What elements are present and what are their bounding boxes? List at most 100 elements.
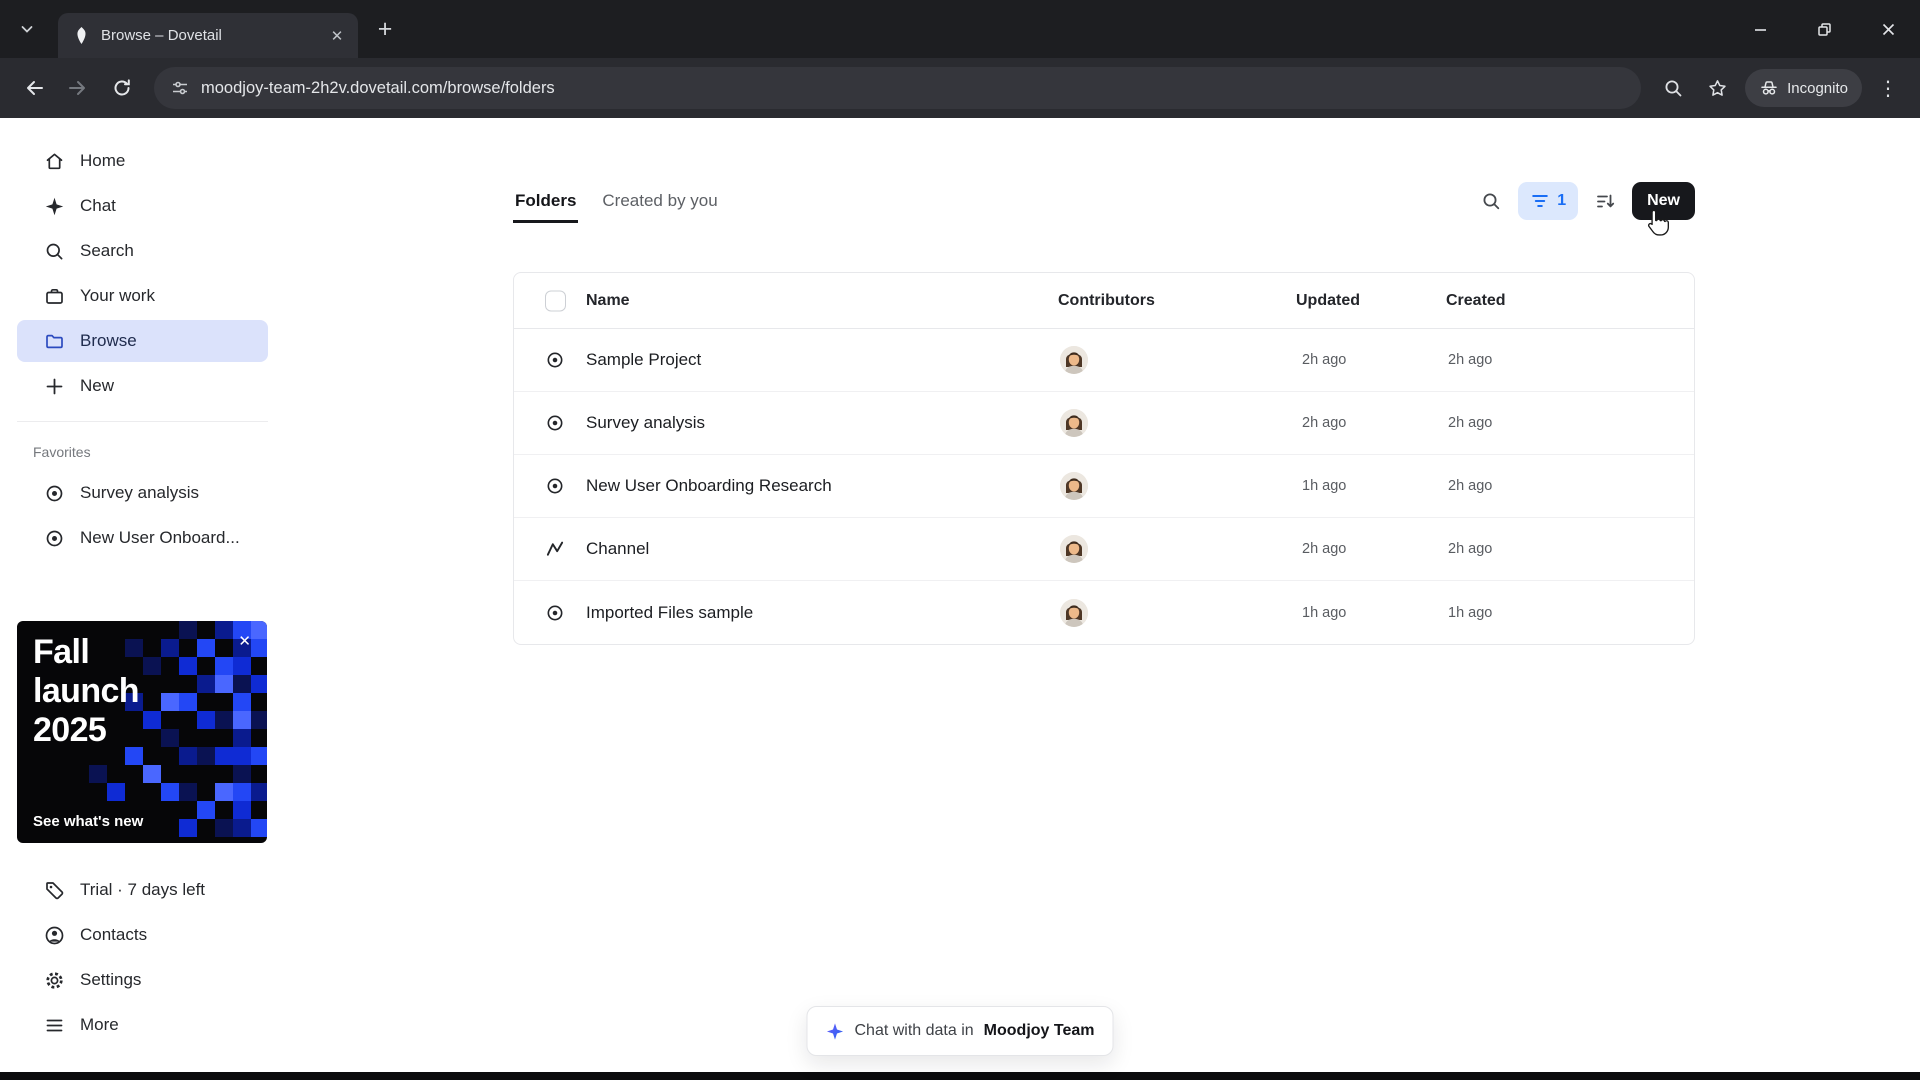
tabs-row: Folders Created by you 1 New	[513, 182, 1695, 228]
briefcase-icon	[46, 288, 63, 304]
new-tab-button[interactable]: +	[368, 12, 402, 46]
table-header: Name Contributors Updated Created	[514, 273, 1694, 329]
reload-icon	[114, 79, 130, 96]
promo-title: Fall launch 2025	[33, 633, 140, 749]
browser-menu-button[interactable]: ⋮	[1870, 70, 1906, 106]
minimize-button[interactable]	[1728, 0, 1792, 58]
sidebar-item-contacts[interactable]: Contacts	[17, 914, 268, 956]
sidebar-item-browse[interactable]: Browse	[17, 320, 268, 362]
minimize-icon	[1754, 28, 1766, 31]
sidebar-item-home[interactable]: Home	[17, 140, 268, 182]
restore-icon	[1817, 22, 1831, 36]
target-icon	[545, 413, 565, 433]
folder-name: Imported Files sample	[586, 602, 754, 622]
sort-button[interactable]	[1586, 182, 1624, 220]
search-tabs-button[interactable]	[1653, 68, 1693, 108]
chart-line-icon	[545, 539, 565, 559]
folder-name: Sample Project	[586, 350, 702, 369]
column-header-created[interactable]: Created	[1446, 292, 1506, 310]
gear-icon	[46, 971, 63, 989]
sidebar-item-new[interactable]: New	[17, 365, 268, 407]
sidebar-item-trial[interactable]: Trial · 7 days left	[17, 869, 268, 911]
sidebar-item-label: Your work	[80, 286, 155, 305]
contributor-avatar	[1060, 598, 1088, 627]
incognito-badge: Incognito	[1745, 69, 1862, 107]
contributor-avatar	[1060, 346, 1088, 374]
reload-button[interactable]	[102, 68, 142, 108]
updated-value: 2h ago	[1302, 415, 1347, 431]
table-row[interactable]: New User Onboarding Research 1h ago 2h a…	[514, 455, 1694, 518]
chat-with-data-pill[interactable]: Chat with data in Moodjoy Team	[806, 1006, 1114, 1056]
sidebar-item-your-work[interactable]: Your work	[17, 275, 268, 317]
folder-name: New User Onboarding Research	[586, 476, 832, 495]
incognito-icon	[1761, 81, 1777, 95]
created-value: 2h ago	[1448, 541, 1493, 557]
back-button[interactable]	[14, 68, 54, 108]
sparkle-icon	[45, 197, 64, 215]
favorite-item-survey-analysis[interactable]: Survey analysis	[17, 472, 268, 514]
chevron-down-icon	[21, 26, 33, 33]
target-icon	[46, 530, 63, 546]
contributor-avatar	[1060, 535, 1088, 563]
sidebar-item-label: New	[80, 376, 115, 395]
close-button[interactable]	[1856, 0, 1920, 58]
tag-icon	[46, 881, 64, 899]
chat-pill-team-name: Moodjoy Team	[983, 1022, 1095, 1039]
sidebar-item-label: Search	[80, 241, 134, 260]
sidebar-item-search[interactable]: Search	[17, 230, 268, 272]
tab-folders[interactable]: Folders	[513, 182, 579, 223]
sidebar-item-settings[interactable]: Settings	[17, 959, 268, 1001]
select-all-checkbox[interactable]	[545, 290, 566, 311]
forward-button[interactable]	[58, 68, 98, 108]
column-header-updated[interactable]: Updated	[1296, 292, 1360, 310]
folder-icon	[46, 334, 63, 348]
created-value: 2h ago	[1448, 415, 1493, 431]
target-icon	[545, 476, 565, 496]
address-bar[interactable]: moodjoy-team-2h2v.dovetail.com/browse/fo…	[154, 67, 1642, 109]
created-value: 1h ago	[1448, 604, 1493, 621]
table-row[interactable]: Survey analysis 2h ago 2h ago	[514, 392, 1694, 455]
updated-value: 1h ago	[1302, 478, 1347, 494]
sidebar-item-label: Trial · 7 days left	[80, 880, 206, 899]
dovetail-favicon-icon	[77, 26, 86, 45]
site-settings-icon[interactable]	[170, 78, 190, 98]
plus-icon	[46, 378, 63, 394]
promo-close-icon[interactable]: ✕	[238, 632, 251, 650]
sparkle-icon	[826, 1022, 844, 1040]
chat-pill-text: Chat with data in	[854, 1022, 974, 1039]
sidebar-item-more[interactable]: More	[17, 1004, 268, 1046]
favorite-item-new-user-onboarding[interactable]: New User Onboard...	[17, 517, 268, 559]
sidebar-item-label: Home	[80, 151, 126, 170]
browser-tab[interactable]: Browse – Dovetail ✕	[58, 13, 358, 58]
favorite-item-label: New User Onboard...	[80, 528, 240, 547]
window-controls	[1728, 0, 1920, 58]
tab-close-icon[interactable]: ✕	[326, 25, 348, 47]
maximize-button[interactable]	[1792, 0, 1856, 58]
updated-value: 1h ago	[1302, 604, 1347, 621]
table-row[interactable]: Imported Files sample 1h ago 1h ago	[514, 581, 1694, 644]
dovetail-app: Home Chat Search Your work Browse New Fa…	[0, 118, 1920, 1072]
filter-button[interactable]: 1	[1518, 182, 1579, 220]
sidebar-footer: Trial · 7 days left Contacts Settings Mo…	[0, 869, 288, 1046]
filter-icon	[1532, 195, 1548, 207]
sidebar-item-label: Contacts	[80, 925, 148, 944]
home-icon	[46, 153, 63, 169]
column-header-name[interactable]: Name	[586, 292, 630, 310]
filter-count-badge: 1	[1557, 192, 1567, 209]
target-icon	[545, 603, 565, 623]
search-button[interactable]	[1472, 182, 1510, 220]
tab-created-by-you[interactable]: Created by you	[600, 182, 719, 223]
table-row[interactable]: Channel 2h ago 2h ago	[514, 518, 1694, 581]
table-row[interactable]: Sample Project 2h ago 2h ago	[514, 329, 1694, 392]
column-header-contributors[interactable]: Contributors	[1058, 292, 1155, 310]
bookmark-button[interactable]	[1697, 68, 1737, 108]
sort-icon	[1596, 194, 1614, 207]
back-arrow-icon	[27, 81, 43, 95]
sidebar-item-chat[interactable]: Chat	[17, 185, 268, 227]
favorites-heading: Favorites	[33, 444, 91, 460]
promo-link[interactable]: See what's new	[33, 813, 143, 830]
tab-search-button[interactable]	[10, 12, 44, 46]
star-icon	[1708, 79, 1726, 96]
new-folder-button[interactable]: New	[1632, 182, 1695, 220]
promo-card[interactable]: Fall launch 2025 ✕ See what's new	[17, 621, 267, 843]
